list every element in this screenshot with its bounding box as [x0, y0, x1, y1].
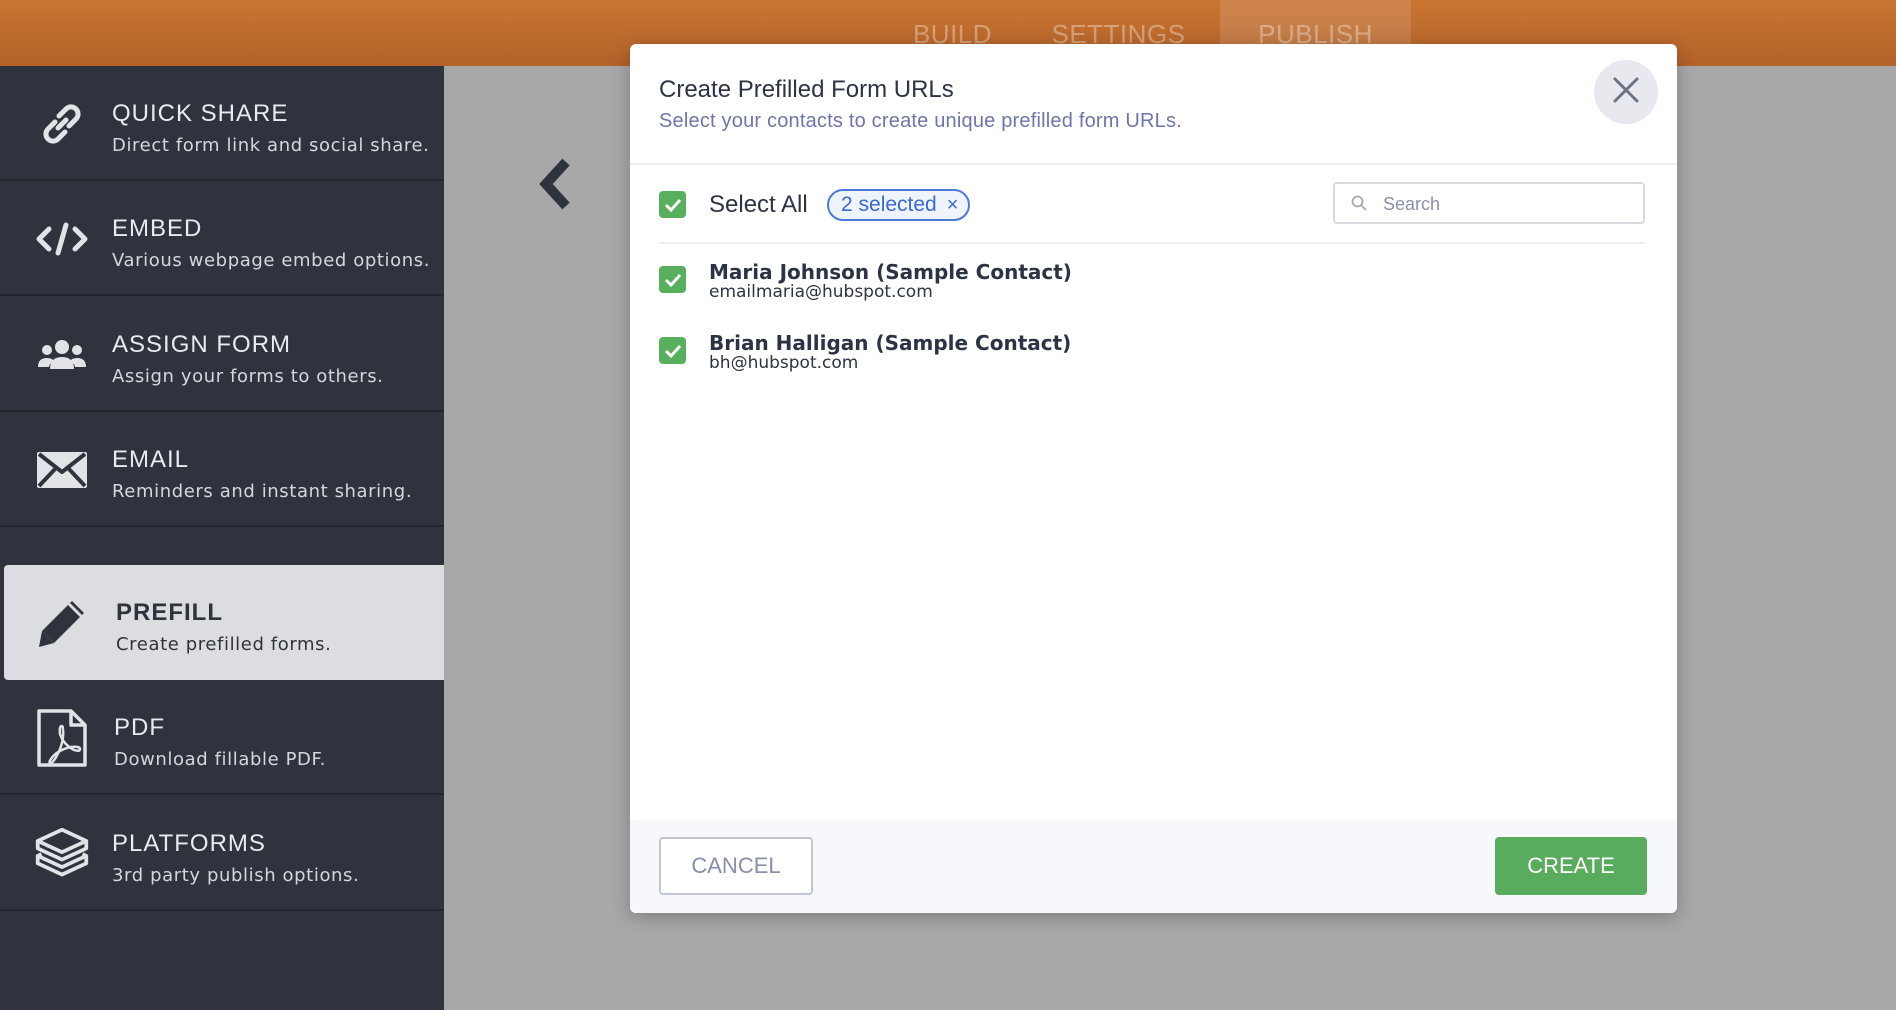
- close-button[interactable]: [1594, 60, 1658, 124]
- sidebar-item-email[interactable]: EMAIL Reminders and instant sharing.: [0, 412, 444, 527]
- sidebar-item-title: ASSIGN FORM: [112, 331, 292, 358]
- layers-icon: [34, 826, 90, 882]
- modal-footer: CANCEL CREATE: [630, 820, 1677, 913]
- sidebar-item-title: QUICK SHARE: [112, 100, 289, 127]
- check-icon: [664, 273, 681, 287]
- close-icon: [1612, 76, 1640, 109]
- contact-email: emailmaria@hubspot.com: [709, 282, 933, 302]
- modal-header: Create Prefilled Form URLs Select your c…: [630, 44, 1677, 165]
- sidebar-item-title: PLATFORMS: [112, 830, 266, 857]
- search-box[interactable]: [1333, 182, 1645, 224]
- search-input[interactable]: [1381, 190, 1635, 218]
- sidebar-item-desc: Assign your forms to others.: [112, 366, 384, 387]
- check-icon: [664, 344, 681, 358]
- divider: [659, 242, 1645, 244]
- sidebar-item-prefill[interactable]: PREFILL Create prefilled forms.: [4, 565, 444, 680]
- sidebar-item-platforms[interactable]: PLATFORMS 3rd party publish options.: [0, 796, 444, 911]
- sidebar-item-title: PDF: [114, 714, 165, 741]
- envelope-icon: [34, 442, 90, 498]
- sidebar-item-embed[interactable]: EMBED Various webpage embed options.: [0, 181, 444, 296]
- contact-name: Brian Halligan (Sample Contact): [709, 331, 1072, 355]
- code-icon: [34, 211, 90, 267]
- sidebar-item-title: PREFILL: [116, 599, 223, 626]
- check-icon: [664, 198, 681, 212]
- select-all-label[interactable]: Select All: [709, 191, 808, 219]
- pencil-icon: [34, 595, 90, 651]
- search-icon: [1351, 195, 1367, 216]
- sidebar-item-desc: Download fillable PDF.: [114, 749, 326, 770]
- prefill-modal: Create Prefilled Form URLs Select your c…: [630, 44, 1677, 913]
- contact-checkbox[interactable]: [659, 337, 686, 364]
- back-chevron-icon[interactable]: [536, 158, 576, 210]
- link-icon: [34, 96, 90, 152]
- selected-count-badge[interactable]: 2 selected ×: [827, 189, 971, 221]
- sidebar-item-pdf[interactable]: PDF Download fillable PDF.: [0, 680, 444, 795]
- contact-email: bh@hubspot.com: [709, 353, 859, 373]
- sidebar-item-title: EMAIL: [112, 446, 190, 473]
- sidebar-item-desc: Various webpage embed options.: [112, 250, 431, 271]
- sidebar-item-quick-share[interactable]: QUICK SHARE Direct form link and social …: [0, 66, 444, 181]
- contact-name: Maria Johnson (Sample Contact): [709, 260, 1072, 284]
- sidebar-item-desc: Create prefilled forms.: [116, 634, 332, 655]
- create-button[interactable]: CREATE: [1495, 837, 1647, 895]
- clear-selection-icon[interactable]: ×: [947, 194, 959, 217]
- users-icon: [34, 327, 90, 383]
- modal-subtitle: Select your contacts to create unique pr…: [659, 110, 1182, 132]
- modal-title: Create Prefilled Form URLs: [659, 76, 954, 103]
- sidebar-item-title: EMBED: [112, 215, 203, 242]
- sidebar-item-desc: Reminders and instant sharing.: [112, 481, 413, 502]
- publish-sidebar: QUICK SHARE Direct form link and social …: [0, 66, 444, 1010]
- select-all-checkbox[interactable]: [659, 191, 686, 218]
- sidebar-item-assign-form[interactable]: ASSIGN FORM Assign your forms to others.: [0, 297, 444, 412]
- sidebar-item-desc: 3rd party publish options.: [112, 865, 360, 886]
- sidebar-item-desc: Direct form link and social share.: [112, 135, 430, 156]
- pdf-icon: [34, 709, 90, 767]
- cancel-button[interactable]: CANCEL: [659, 837, 813, 895]
- contact-checkbox[interactable]: [659, 266, 686, 293]
- selected-count-text: 2 selected: [841, 193, 937, 216]
